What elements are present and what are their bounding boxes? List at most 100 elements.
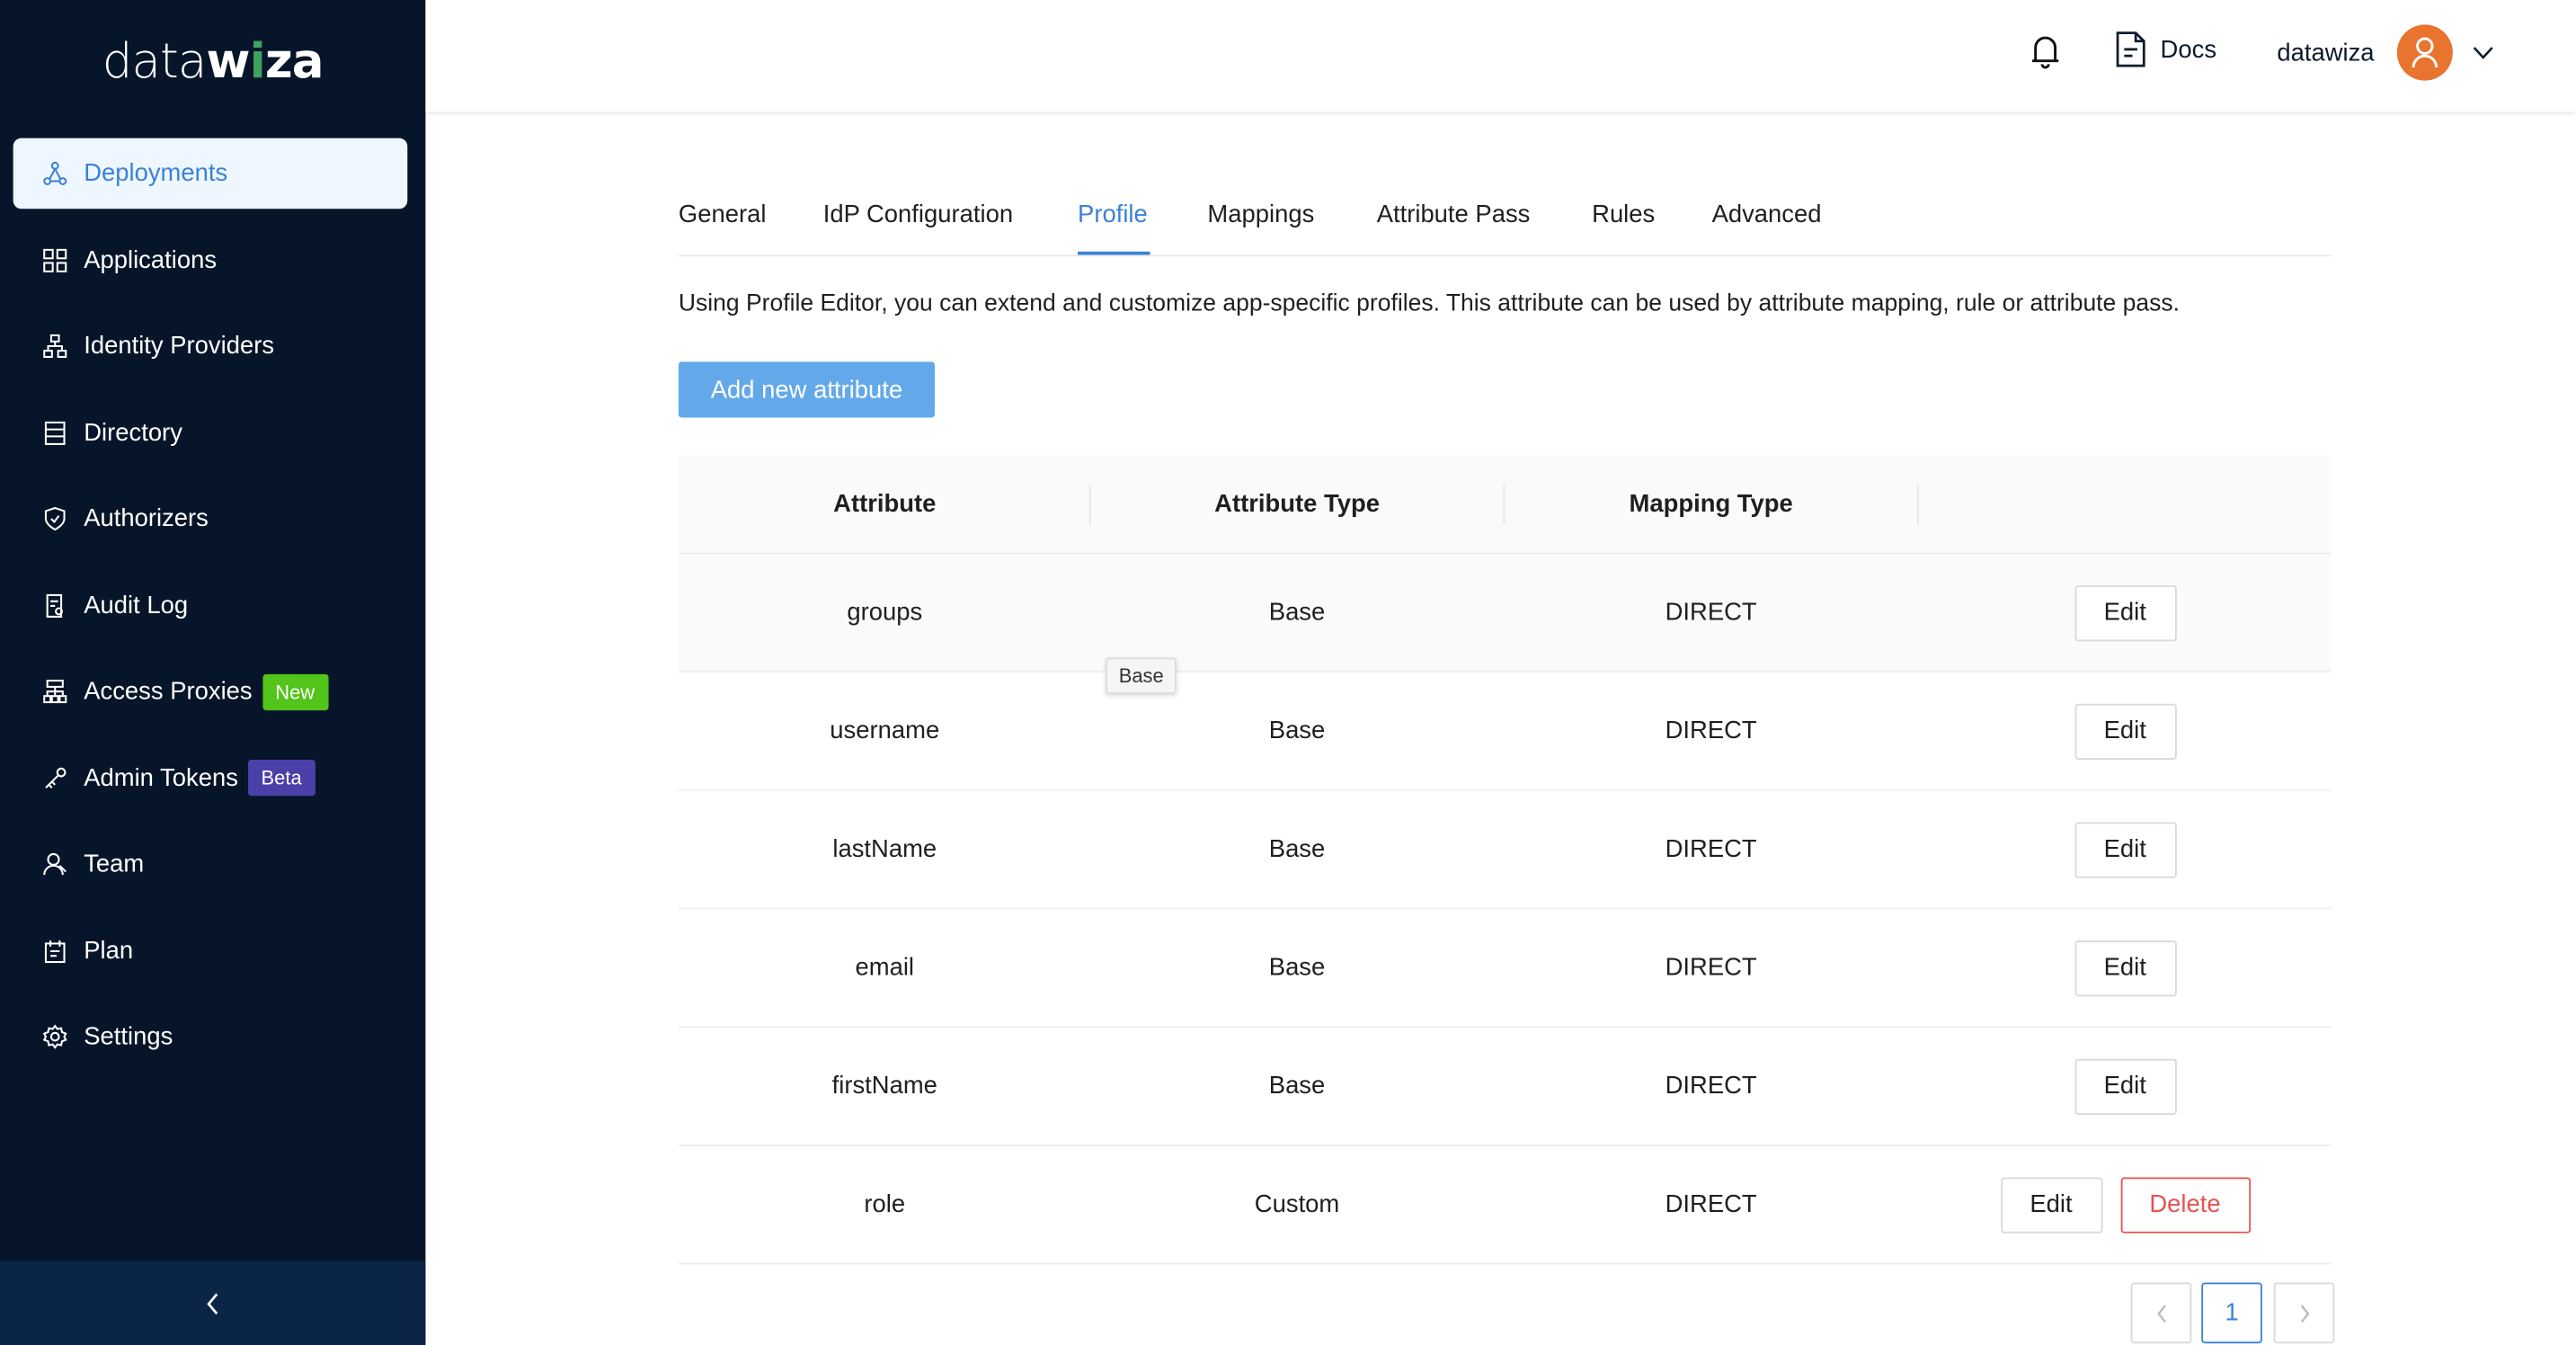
edit-button[interactable]: Edit [2074, 821, 2176, 877]
edit-button[interactable]: Edit [2074, 1057, 2176, 1115]
table-row: groups Base DIRECT Edit [678, 554, 2332, 673]
tab-advanced[interactable]: Advanced [1712, 200, 1822, 228]
sidebar-item-identity-providers[interactable]: Identity Providers [13, 311, 408, 382]
table-row: role Custom DIRECT Edit Delete [678, 1146, 2332, 1265]
sidebar-item-admin-tokens[interactable]: Admin Tokens Beta [13, 743, 408, 814]
bell-icon[interactable] [2030, 33, 2060, 69]
sidebar-item-label: Settings [84, 1022, 173, 1051]
team-icon [41, 851, 67, 877]
mapping-type: DIRECT [1665, 717, 1757, 745]
tab-attribute-pass[interactable]: Attribute Pass [1377, 200, 1531, 228]
add-new-attribute-button[interactable]: Add new attribute [678, 361, 936, 418]
sidebar-item-label: Team [84, 850, 145, 878]
sidebar-item-authorizers[interactable]: Authorizers [13, 484, 408, 555]
tab-rules[interactable]: Rules [1592, 200, 1655, 228]
mapping-type: DIRECT [1665, 598, 1757, 627]
collapse-sidebar-button[interactable] [0, 1260, 426, 1345]
edit-button[interactable]: Edit [2074, 940, 2176, 996]
sidebar-item-label: Access Proxies [84, 677, 253, 706]
tab-profile[interactable]: Profile [1078, 200, 1148, 228]
document-icon [2116, 31, 2145, 67]
attribute-name: firstName [831, 1072, 937, 1100]
sidebar: datawiza Deployments Applications Identity… [0, 0, 426, 1345]
mapping-type: DIRECT [1665, 953, 1757, 982]
chevron-right-icon [2299, 1304, 2309, 1323]
sidebar-item-label: Admin Tokens [84, 763, 238, 792]
delete-button[interactable]: Delete [2119, 1176, 2251, 1233]
pagination-page-1[interactable]: 1 [2201, 1282, 2262, 1344]
attribute-type: Base [1268, 953, 1326, 982]
sidebar-item-audit-log[interactable]: Audit Log [13, 570, 408, 641]
gear-icon [41, 1023, 67, 1049]
attribute-name: groups [847, 598, 923, 627]
chevron-left-icon [2156, 1304, 2166, 1323]
new-badge: New [262, 672, 328, 710]
header-attribute: Attribute [833, 490, 937, 519]
sidebar-item-team[interactable]: Team [13, 829, 408, 900]
active-tab-indicator [1078, 251, 1150, 255]
sidebar-item-directory[interactable]: Directory [13, 397, 408, 468]
edit-button[interactable]: Edit [2000, 1176, 2102, 1233]
pagination-next-button[interactable] [2273, 1282, 2335, 1344]
sidebar-item-label: Deployments [84, 159, 228, 188]
mapping-type: DIRECT [1665, 835, 1757, 864]
deployments-icon [41, 160, 67, 186]
sidebar-item-settings[interactable]: Settings [13, 1002, 408, 1073]
proxy-icon [41, 678, 67, 704]
audit-log-icon [41, 592, 67, 618]
table-header-row: Attribute Attribute Type Mapping Type [678, 455, 2332, 555]
shield-icon [41, 505, 67, 531]
grid-icon [41, 246, 67, 272]
sidebar-item-applications[interactable]: Applications [13, 225, 408, 296]
attribute-name: lastName [832, 835, 937, 864]
attribute-type: Base [1268, 1072, 1326, 1100]
plan-icon [41, 937, 67, 963]
tab-general[interactable]: General [679, 200, 767, 228]
mapping-type: DIRECT [1665, 1190, 1757, 1219]
attribute-type: Base [1268, 835, 1326, 864]
tooltip: Base [1106, 657, 1177, 694]
attributes-table: Attribute Attribute Type Mapping Type gr… [678, 455, 2332, 1265]
datawiza-logo: datawiza [0, 33, 425, 89]
attribute-name: email [855, 953, 915, 982]
docs-link[interactable]: Docs [2116, 31, 2216, 67]
sidebar-item-label: Identity Providers [84, 332, 275, 361]
header-attribute-type: Attribute Type [1214, 490, 1380, 519]
key-icon [41, 764, 67, 790]
username[interactable]: datawiza [2277, 40, 2374, 67]
table-row: email Base DIRECT Edit [678, 909, 2332, 1029]
avatar[interactable] [2396, 24, 2453, 81]
table-row: lastName Base DIRECT Edit [678, 791, 2332, 910]
edit-button[interactable]: Edit [2074, 702, 2176, 760]
sidebar-item-label: Applications [84, 245, 218, 274]
edit-button[interactable]: Edit [2074, 584, 2176, 641]
tab-mappings[interactable]: Mappings [1207, 200, 1314, 228]
chevron-left-icon [206, 1292, 218, 1314]
logo-text: data [102, 32, 208, 89]
attribute-name: role [864, 1190, 906, 1219]
attribute-type: Base [1268, 598, 1326, 627]
profile-description: Using Profile Editor, you can extend and… [678, 290, 2181, 317]
attribute-name: username [830, 717, 940, 745]
sidebar-item-access-proxies[interactable]: Access Proxies New [13, 656, 408, 727]
tabs-divider [678, 254, 2332, 257]
logo-text: i [249, 32, 266, 89]
top-header: Docs datawiza [425, 0, 2576, 112]
logo-text: w [206, 32, 251, 89]
sidebar-item-label: Directory [84, 418, 182, 447]
sidebar-item-label: Authorizers [84, 504, 209, 533]
sidebar-item-deployments[interactable]: Deployments [13, 138, 408, 209]
header-mapping-type: Mapping Type [1629, 490, 1793, 519]
logo-text: za [264, 32, 324, 89]
sidebar-item-plan[interactable]: Plan [13, 915, 408, 986]
hierarchy-icon [41, 333, 67, 359]
directory-icon [41, 419, 67, 445]
table-row: username Base DIRECT Edit [678, 672, 2332, 791]
table-row: firstName Base DIRECT Edit [678, 1028, 2332, 1146]
chevron-down-icon[interactable] [2473, 44, 2494, 60]
pagination-prev-button[interactable] [2130, 1282, 2192, 1344]
docs-label: Docs [2160, 35, 2217, 64]
tab-idp-configuration[interactable]: IdP Configuration [823, 200, 1013, 228]
user-icon [2412, 37, 2438, 68]
sidebar-item-label: Audit Log [84, 591, 189, 619]
